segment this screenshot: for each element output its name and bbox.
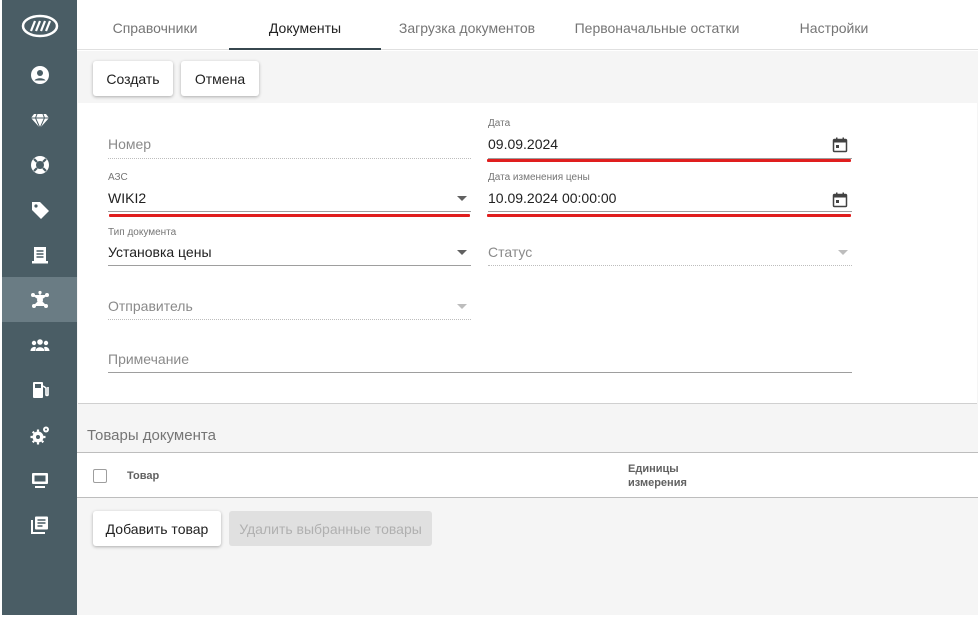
sidebar-item-profile[interactable] xyxy=(2,52,77,97)
goods-section-title: Товары документа xyxy=(87,427,216,444)
number-placeholder: Номер xyxy=(108,136,152,152)
sidebar xyxy=(2,0,77,615)
tab-document-upload[interactable]: Загрузка документов xyxy=(397,0,537,50)
price-change-date-label: Дата изменения цены xyxy=(488,172,590,183)
sidebar-item-settings[interactable] xyxy=(2,412,77,457)
user-icon xyxy=(30,65,49,84)
cancel-button[interactable]: Отмена xyxy=(181,61,259,96)
azs-value: WIKI2 xyxy=(108,190,147,206)
sidebar-item-clients[interactable] xyxy=(2,322,77,367)
column-header-units-line2[interactable]: измерения xyxy=(628,476,687,490)
azs-highlight-line xyxy=(109,214,470,217)
status-chevron-down-icon xyxy=(838,250,848,255)
note-placeholder: Примечание xyxy=(108,351,190,367)
logo-ellipse-icon xyxy=(21,14,58,38)
monitor-icon xyxy=(31,472,48,488)
date-field[interactable]: Дата 09.09.2024 xyxy=(488,118,852,159)
sidebar-item-documents[interactable] xyxy=(2,277,77,322)
document-type-underline xyxy=(108,265,471,266)
sender-underline xyxy=(108,319,471,320)
main-content: Создать Отмена Номер Дата 09.09.2024 АЗС… xyxy=(77,51,978,615)
sidebar-item-stations[interactable] xyxy=(2,367,77,412)
app-logo[interactable] xyxy=(2,8,77,44)
azs-underline xyxy=(108,211,471,212)
sender-chevron-down-icon xyxy=(457,304,467,309)
azs-label: АЗС xyxy=(108,172,128,183)
note-field[interactable]: Примечание xyxy=(108,346,852,374)
tab-initial-balances[interactable]: Первоначальные остатки xyxy=(567,0,747,50)
status-select[interactable]: Статус xyxy=(488,239,852,267)
document-type-select[interactable]: Тип документа Установка цены xyxy=(108,227,471,267)
tab-settings[interactable]: Настройки xyxy=(789,0,879,50)
price-change-date-value: 10.09.2024 00:00:00 xyxy=(488,190,617,206)
date-highlight-line xyxy=(487,159,851,162)
sidebar-item-prices[interactable] xyxy=(2,187,77,232)
document-type-chevron-down-icon xyxy=(457,250,467,255)
date-value: 09.09.2024 xyxy=(488,136,559,152)
sender-select[interactable]: Отправитель xyxy=(108,293,471,321)
sidebar-item-support[interactable] xyxy=(2,142,77,187)
receipt-icon xyxy=(31,246,48,263)
status-placeholder: Статус xyxy=(488,244,533,260)
sender-placeholder: Отправитель xyxy=(108,298,193,314)
fuel-pump-icon xyxy=(32,381,49,398)
document-type-value: Установка цены xyxy=(108,244,212,260)
tab-documents[interactable]: Документы xyxy=(229,0,381,50)
network-icon xyxy=(30,290,49,308)
calendar-icon[interactable] xyxy=(832,192,848,208)
date-label: Дата xyxy=(488,118,511,129)
delete-selected-products-button: Удалить выбранные товары xyxy=(229,511,432,546)
number-underline xyxy=(108,158,471,159)
group-icon xyxy=(30,338,49,351)
calendar-icon[interactable] xyxy=(832,137,848,153)
tag-icon xyxy=(31,201,49,219)
price-change-date-highlight-line xyxy=(487,214,851,217)
gears-icon xyxy=(30,426,49,444)
add-product-button[interactable]: Добавить товар xyxy=(93,511,221,546)
goods-table-header: Товар Единицы измерения xyxy=(77,452,978,498)
lifebuoy-icon xyxy=(30,155,49,174)
note-underline xyxy=(108,372,852,373)
column-header-product[interactable]: Товар xyxy=(127,469,159,483)
price-change-date-field[interactable]: Дата изменения цены 10.09.2024 00:00:00 xyxy=(488,172,852,212)
diamond-icon xyxy=(30,113,49,128)
azs-chevron-down-icon xyxy=(457,196,467,201)
document-type-label: Тип документа xyxy=(108,227,177,238)
price-change-date-underline xyxy=(488,211,852,212)
number-field[interactable]: Номер xyxy=(108,131,471,159)
column-header-units-line1[interactable]: Единицы xyxy=(628,462,679,476)
status-underline xyxy=(488,265,852,266)
library-icon xyxy=(30,516,48,534)
tab-directories[interactable]: Справочники xyxy=(95,0,215,50)
sidebar-item-devices[interactable] xyxy=(2,457,77,502)
document-form: Номер Дата 09.09.2024 АЗС WIKI2 Дата изм… xyxy=(78,103,977,404)
select-all-checkbox[interactable] xyxy=(93,469,107,483)
azs-select[interactable]: АЗС WIKI2 xyxy=(108,172,471,212)
sidebar-item-loyalty[interactable] xyxy=(2,97,77,142)
create-button[interactable]: Создать xyxy=(93,61,173,96)
tab-bar: Справочники Документы Загрузка документо… xyxy=(77,0,978,50)
sidebar-item-receipts[interactable] xyxy=(2,232,77,277)
sidebar-item-reports[interactable] xyxy=(2,502,77,547)
